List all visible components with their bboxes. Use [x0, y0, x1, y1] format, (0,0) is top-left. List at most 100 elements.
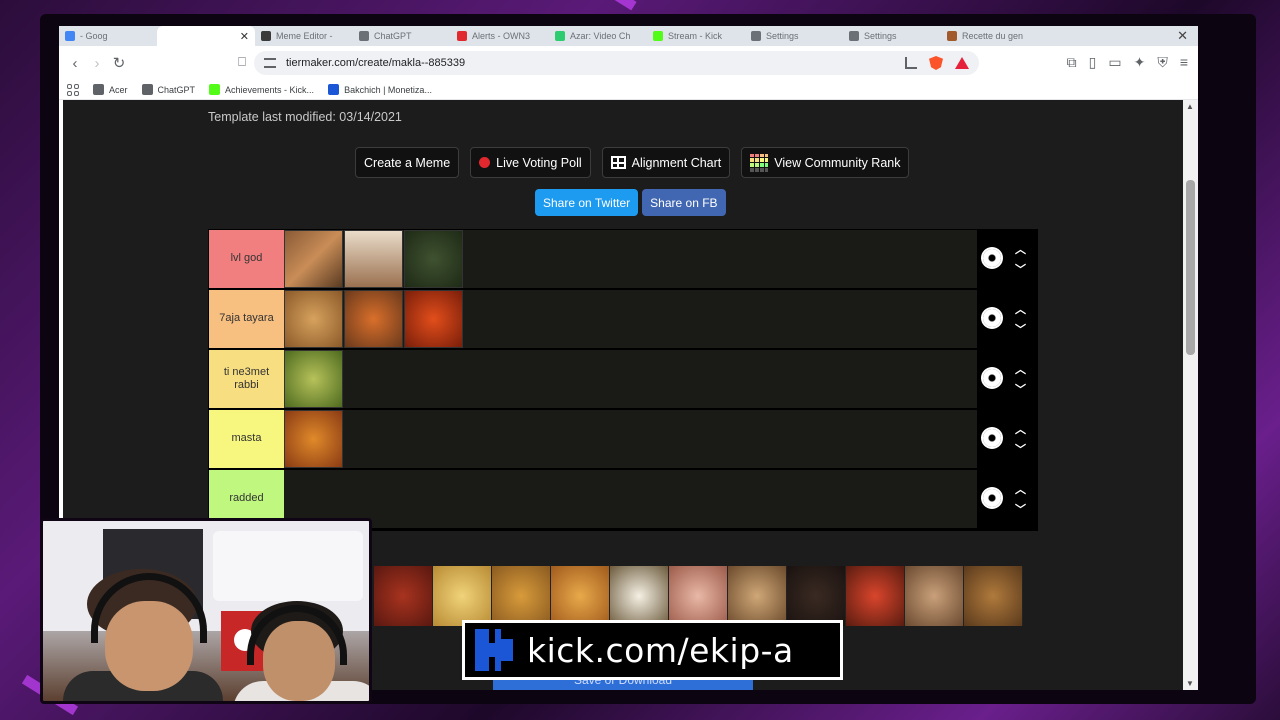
bookmark-item[interactable]: Bakchich | Monetiza... — [328, 84, 432, 95]
tab-label: Alerts - OWN3 — [472, 31, 531, 41]
browser-tab[interactable]: Meme Editor - — [255, 26, 353, 46]
gear-icon[interactable] — [983, 489, 1001, 507]
food-item-image[interactable] — [284, 230, 343, 288]
food-item-image[interactable] — [344, 290, 403, 348]
folder-icon — [93, 84, 104, 95]
apps-icon[interactable] — [67, 83, 79, 96]
leo-ai-icon[interactable]: ✦ — [1134, 54, 1146, 71]
bookmark-item[interactable]: Acer — [93, 84, 128, 95]
brave-shield-icon[interactable] — [929, 56, 943, 70]
tab-favicon-icon — [163, 31, 173, 41]
close-window-icon[interactable]: ✕ — [1177, 28, 1188, 44]
bookmark-label: Achievements - Kick... — [225, 84, 315, 95]
food-item-image[interactable] — [284, 410, 343, 468]
bookmark-item[interactable]: Achievements - Kick... — [209, 84, 314, 95]
food-item-image[interactable] — [669, 566, 728, 626]
move-up-icon[interactable]: ︿ — [1015, 241, 1026, 257]
browser-tab[interactable]: Azar: Video Ch — [549, 26, 647, 46]
move-down-icon[interactable]: ﹀ — [1015, 441, 1026, 457]
tier-items-dropzone[interactable] — [284, 470, 977, 528]
back-icon[interactable]: ‹ — [64, 55, 86, 72]
browser-tab[interactable]: Recette du gen — [941, 26, 1039, 46]
move-down-icon[interactable]: ﹀ — [1015, 261, 1026, 277]
alignment-chart-button[interactable]: Alignment Chart — [601, 147, 731, 178]
community-rank-button[interactable]: View Community Rank — [741, 147, 910, 178]
tier-list: lvl god ︿ ﹀ 7aja tayara ︿ ﹀ ti ne3met rabbi ︿ ﹀ m… — [208, 229, 1038, 531]
move-up-icon[interactable]: ︿ — [1015, 361, 1026, 377]
live-voting-poll-button[interactable]: Live Voting Poll — [470, 147, 591, 178]
gear-icon[interactable] — [983, 249, 1001, 267]
share-fb-button[interactable]: Share on FB — [642, 189, 726, 216]
vpn-icon[interactable]: ⛨ — [1157, 54, 1168, 71]
move-up-icon[interactable]: ︿ — [1015, 421, 1026, 437]
brave-rewards-icon[interactable] — [955, 57, 969, 69]
chatgpt-icon — [141, 84, 153, 95]
move-up-icon[interactable]: ︿ — [1015, 301, 1026, 317]
gear-icon[interactable] — [983, 369, 1001, 387]
live-poll-label: Live Voting Poll — [496, 155, 582, 170]
browser-tab[interactable]: Stream - Kick — [647, 26, 745, 46]
food-item-image[interactable] — [787, 566, 846, 626]
tier-items-dropzone[interactable] — [284, 230, 977, 288]
food-item-image[interactable] — [404, 290, 463, 348]
food-item-image[interactable] — [284, 350, 343, 408]
tier-controls: ︿ ﹀ — [977, 230, 1037, 288]
bookmarks-bar: Acer ChatGPT Achievements - Kick... Bakchic… — [59, 80, 1198, 100]
menu-icon[interactable]: ≡ — [1180, 54, 1188, 71]
share-twitter-button[interactable]: Share on Twitter — [535, 189, 639, 216]
bookmark-icon[interactable]: ⎕ — [231, 54, 253, 70]
page-scrollbar[interactable]: ▲ ▼ — [1183, 100, 1198, 690]
tab-favicon-icon — [457, 31, 467, 41]
tab-favicon-icon — [359, 31, 369, 41]
food-item-image[interactable] — [404, 230, 463, 288]
gear-icon[interactable] — [983, 429, 1001, 447]
move-up-icon[interactable]: ︿ — [1015, 481, 1026, 497]
record-dot-icon — [479, 157, 491, 168]
food-item-image[interactable] — [433, 566, 492, 626]
move-down-icon[interactable]: ﹀ — [1015, 381, 1026, 397]
screenshot-icon[interactable]: ⧉ — [1067, 54, 1077, 71]
browser-tab[interactable]: ChatGPT — [353, 26, 451, 46]
scroll-up-icon[interactable]: ▲ — [1186, 102, 1194, 111]
browser-tab[interactable]: - Goog — [59, 26, 157, 46]
scroll-down-icon[interactable]: ▼ — [1186, 679, 1194, 688]
food-item-image[interactable] — [728, 566, 787, 626]
food-item-image[interactable] — [374, 566, 433, 626]
tab-label: - Goog — [80, 31, 108, 41]
close-tab-icon[interactable]: ✕ — [240, 30, 249, 43]
food-item-image[interactable] — [551, 566, 610, 626]
move-down-icon[interactable]: ﹀ — [1015, 321, 1026, 337]
forward-icon[interactable]: › — [86, 55, 108, 72]
tier-label[interactable]: ti ne3met rabbi — [209, 350, 284, 408]
food-item-image[interactable] — [344, 230, 403, 288]
browser-tab[interactable]: Settings — [745, 26, 843, 46]
tier-label[interactable]: lvl god — [209, 230, 284, 288]
tier-items-dropzone[interactable] — [284, 350, 977, 408]
tier-label[interactable]: 7aja tayara — [209, 290, 284, 348]
create-meme-button[interactable]: Create a Meme — [355, 147, 460, 178]
browser-tab[interactable]: ✕ — [157, 26, 255, 46]
food-item-image[interactable] — [284, 290, 343, 348]
tier-items-dropzone[interactable] — [284, 410, 977, 468]
reload-icon[interactable]: ↻ — [108, 54, 130, 72]
tier-label[interactable]: masta — [209, 410, 284, 468]
food-item-image[interactable] — [846, 566, 905, 626]
tier-items-dropzone[interactable] — [284, 290, 977, 348]
address-bar[interactable]: tiermaker.com/create/makla--885339 — [254, 51, 979, 75]
browser-tab[interactable]: Alerts - OWN3 — [451, 26, 549, 46]
url-text: tiermaker.com/create/makla--885339 — [286, 57, 466, 69]
move-down-icon[interactable]: ﹀ — [1015, 501, 1026, 517]
food-item-image[interactable] — [610, 566, 669, 626]
scroll-thumb[interactable] — [1186, 180, 1195, 355]
food-item-image[interactable] — [964, 566, 1023, 626]
food-item-image[interactable] — [905, 566, 964, 626]
food-item-image[interactable] — [492, 566, 551, 626]
sidebar-icon[interactable]: ▯ — [1089, 54, 1097, 71]
share-icon[interactable] — [905, 57, 917, 69]
wallet-icon[interactable]: ▭ — [1108, 54, 1121, 71]
bookmark-item[interactable]: ChatGPT — [141, 84, 195, 95]
gear-icon[interactable] — [983, 309, 1001, 327]
browser-tab[interactable]: Settings — [843, 26, 941, 46]
tier-row: masta ︿ ﹀ — [209, 410, 1037, 470]
site-settings-icon[interactable] — [264, 58, 276, 68]
